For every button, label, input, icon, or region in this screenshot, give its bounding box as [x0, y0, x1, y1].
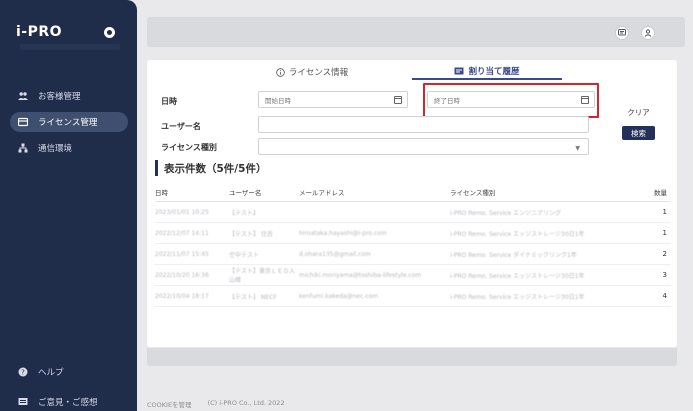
help-icon: ? [18, 367, 28, 377]
header [137, 0, 693, 52]
history-icon [454, 67, 464, 75]
account-icon[interactable] [641, 26, 655, 40]
cell-date: 2022/10/20 16:36 [155, 271, 209, 279]
cell-qty: 1 [662, 229, 667, 237]
copyright: (C) i-PRO Co., Ltd. 2022 [207, 399, 285, 407]
sidebar-item-label: 通信環境 [38, 144, 73, 154]
logo-subtitle [20, 44, 120, 50]
logo: i-PRO [16, 24, 63, 40]
table-row[interactable]: 2023/01/01 10:25 【テスト】 i-PRO Remo. Servi… [155, 202, 671, 223]
cell-email: kenfumi.kakeda@nec.com [299, 292, 379, 300]
results-count-title: 表示件数（5件/5件） [155, 160, 266, 176]
table-header: 日時 ユーザー名 メールアドレス ライセンス種別 数量 [155, 182, 671, 202]
sidebar-bottom: ? ヘルプ ご意見・ご感想 [10, 362, 128, 411]
table-row[interactable]: 2022/10/20 16:36 【テスト】東京ＬＥＤ入山様 michiki.m… [155, 265, 671, 286]
users-icon [18, 91, 28, 101]
tab-label: ライセンス情報 [288, 68, 349, 78]
cell-qty: 3 [662, 271, 667, 279]
sidebar-item-feedback[interactable]: ご意見・ご感想 [10, 392, 128, 411]
cell-license: i-PRO Remo. Service エッジストレージ30日1年 [450, 293, 585, 301]
network-icon [18, 143, 28, 153]
header-bar [147, 17, 685, 47]
tab-license-info[interactable]: ライセンス情報 [247, 64, 377, 80]
column-header: 数量 [654, 188, 667, 197]
tabs: ライセンス情報 割り当て履歴 [147, 60, 677, 82]
cell-date: 2022/12/07 14:11 [155, 229, 209, 237]
feedback-icon [18, 397, 28, 407]
username-label: ユーザー名 [161, 122, 201, 131]
table-row[interactable]: 2022/12/07 14:11 【テスト】 住吉 hiroataka.haya… [155, 223, 671, 244]
table-row[interactable]: 2022/10/04 18:17 【テスト】 NECF kenfumi.kake… [155, 286, 671, 307]
cell-qty: 2 [662, 250, 667, 258]
tab-label: 割り当て履歴 [468, 67, 520, 77]
license-icon [18, 117, 28, 127]
cell-qty: 1 [662, 208, 667, 216]
cell-user: 【テスト】 NECF [229, 293, 277, 301]
cell-email: d.ohara135@gmail.com [299, 250, 371, 258]
license-type-label: ライセンス種別 [161, 143, 217, 152]
logo-row: i-PRO [16, 24, 62, 40]
column-header: 日時 [155, 188, 168, 197]
cell-user: 【テスト】 [229, 209, 260, 217]
cell-user: 【テスト】東京ＬＥＤ入山様 [229, 268, 296, 284]
table-row[interactable]: 2022/11/07 15:45 空中テスト d.ohara135@gmail.… [155, 244, 671, 265]
sidebar-item-network[interactable]: 通信環境 [10, 138, 128, 158]
clear-button[interactable]: クリア [622, 105, 655, 119]
sidebar-item-customers[interactable]: お客様管理 [10, 86, 128, 106]
highlight-box [423, 83, 599, 118]
pagination-bar [147, 348, 677, 366]
sidebar-item-label: ご意見・ご感想 [38, 398, 98, 408]
calendar-icon[interactable] [394, 96, 402, 104]
history-card: ライセンス情報 割り当て履歴 日時 ユーザー名 ライセンス種別 開始日時 終了日… [147, 60, 677, 347]
cell-date: 2023/01/01 10:25 [155, 208, 209, 216]
cell-email: hiroataka.hayashi@i-pro.com [299, 229, 387, 237]
cell-date: 2022/11/07 15:45 [155, 250, 209, 258]
chevron-down-icon: ▼ [575, 145, 580, 152]
sidebar-item-label: ヘルプ [38, 368, 64, 378]
cell-user: 空中テスト [229, 251, 260, 259]
sidebar: i-PRO お客様管理 ライセンス管理 通信環境 ? ヘルプ ご意見・ご感想 [0, 0, 137, 411]
cell-email: michiki.moriyama@toshiba-lifestyle.com [299, 271, 422, 279]
username-input[interactable] [258, 116, 589, 133]
sidebar-item-label: お客様管理 [38, 92, 81, 102]
sidebar-toggle-icon[interactable] [104, 27, 115, 38]
history-table: 日時 ユーザー名 メールアドレス ライセンス種別 数量 2023/01/01 1… [155, 182, 671, 307]
column-header: ライセンス種別 [450, 188, 496, 197]
license-type-select[interactable]: ▼ [258, 138, 589, 155]
start-datetime-field[interactable]: 開始日時 [258, 91, 408, 108]
page-footer: COOKIEを管理 (C) i-PRO Co., Ltd. 2022 [147, 399, 285, 409]
cell-license: i-PRO Remo. Service エッジストレージ30日1年 [450, 272, 585, 280]
message-icon[interactable] [615, 26, 629, 40]
svg-text:?: ? [21, 369, 25, 377]
cell-date: 2022/10/04 18:17 [155, 292, 209, 300]
sidebar-item-help[interactable]: ? ヘルプ [10, 362, 128, 382]
sidebar-item-label: ライセンス管理 [38, 118, 98, 128]
cell-license: i-PRO Remo. Service エンジニアリング [450, 209, 562, 217]
datetime-label: 日時 [161, 97, 177, 106]
start-datetime-placeholder: 開始日時 [265, 96, 291, 105]
cell-license: i-PRO Remo. Service エッジストレージ30日1年 [450, 230, 585, 238]
info-icon [276, 67, 285, 77]
column-header: メールアドレス [299, 188, 345, 197]
cell-license: i-PRO Remo. Service ダイナミックリンク1年 [450, 251, 577, 259]
cell-qty: 4 [662, 292, 667, 300]
sidebar-nav: お客様管理 ライセンス管理 通信環境 [10, 86, 128, 164]
search-button[interactable]: 検索 [622, 126, 655, 140]
tab-assignment-history[interactable]: 割り当て履歴 [412, 64, 562, 80]
cookie-settings-link[interactable]: COOKIEを管理 [147, 399, 192, 409]
sidebar-item-license[interactable]: ライセンス管理 [10, 112, 128, 132]
column-header: ユーザー名 [229, 188, 262, 197]
cell-user: 【テスト】 住吉 [229, 230, 273, 238]
